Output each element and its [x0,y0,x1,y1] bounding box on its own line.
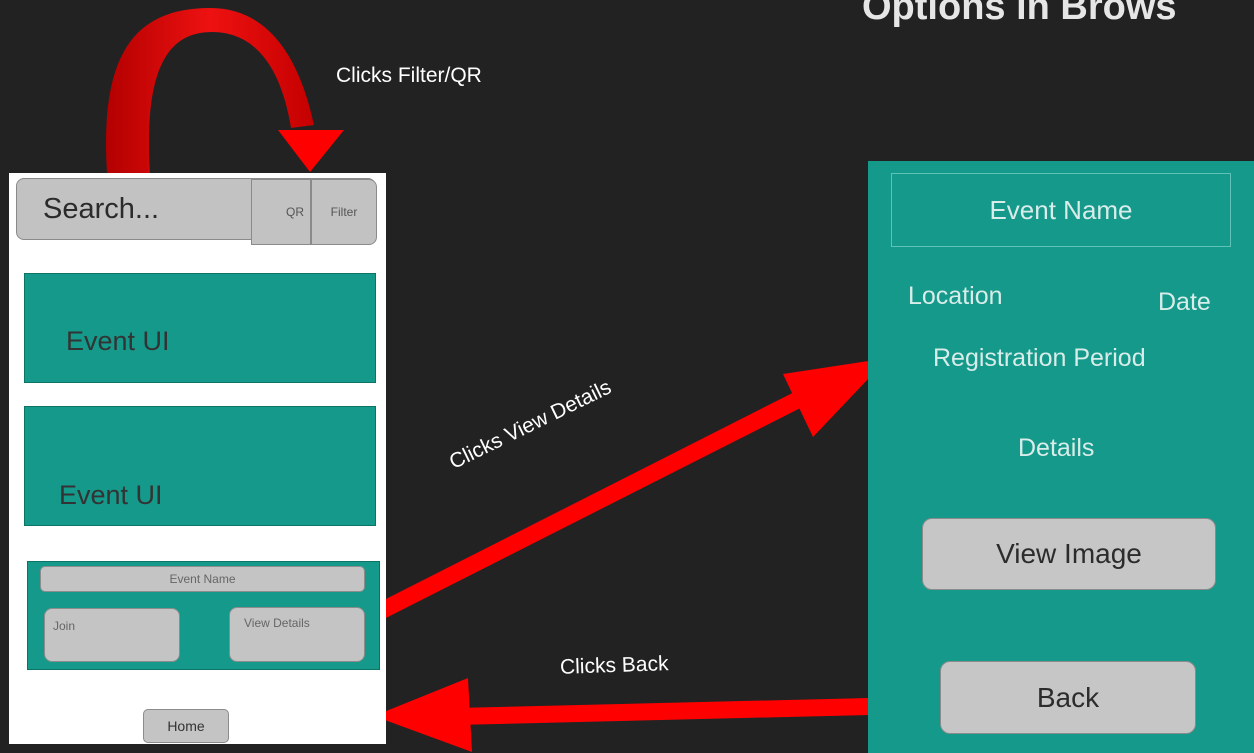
view-image-button[interactable]: View Image [922,518,1216,590]
back-button-label: Back [1036,681,1100,713]
date-label: Date [1158,288,1211,316]
event-name-bar: Event Name [40,566,365,592]
event-card-label: Event UI [66,326,170,356]
view-details-button-label: View Details [244,616,310,630]
qr-button[interactable]: QR [251,179,311,245]
view-details-button[interactable]: View Details [229,607,365,662]
view-image-button-label: View Image [996,538,1142,569]
caption-back: Clicks Back [559,652,669,679]
arrow-back-head [374,678,472,752]
diagram-canvas: Options in Brows Clicks Filter/QR Clicks… [0,0,1254,753]
home-button-label: Home [167,718,205,734]
back-button[interactable]: Back [940,661,1196,734]
event-name-label: Event Name [169,572,236,586]
caption-filter-qr: Clicks Filter/QR [336,64,482,87]
filter-button[interactable]: Filter [311,179,377,245]
arrow-view-details-shaft [372,378,830,621]
search-bar[interactable]: Search... QR Filter [16,178,377,245]
registration-period-label: Registration Period [933,344,1146,372]
search-input[interactable]: Search... [43,193,159,226]
curved-arrow-filter-qr [106,8,315,173]
join-button[interactable]: Join [44,608,180,662]
event-card[interactable]: Event UI [24,273,376,383]
qr-button-label: QR [286,205,304,219]
home-button[interactable]: Home [143,709,229,743]
browse-screen-mockup: Search... QR Filter Event UI Event UI Ev… [9,173,386,744]
event-details-screen-mockup: Event Name Location Date Registration Pe… [868,161,1254,753]
details-label: Details [1018,434,1095,462]
event-name-header: Event Name [891,173,1231,247]
curved-arrow-head [278,130,344,172]
location-label: Location [908,282,1003,310]
event-name-header-label: Event Name [989,194,1133,225]
expanded-event-card: Event Name Join View Details [27,561,380,670]
filter-button-label: Filter [330,205,358,219]
event-card-label: Event UI [59,480,163,510]
join-button-label: Join [53,619,76,633]
event-card[interactable]: Event UI [24,406,376,526]
